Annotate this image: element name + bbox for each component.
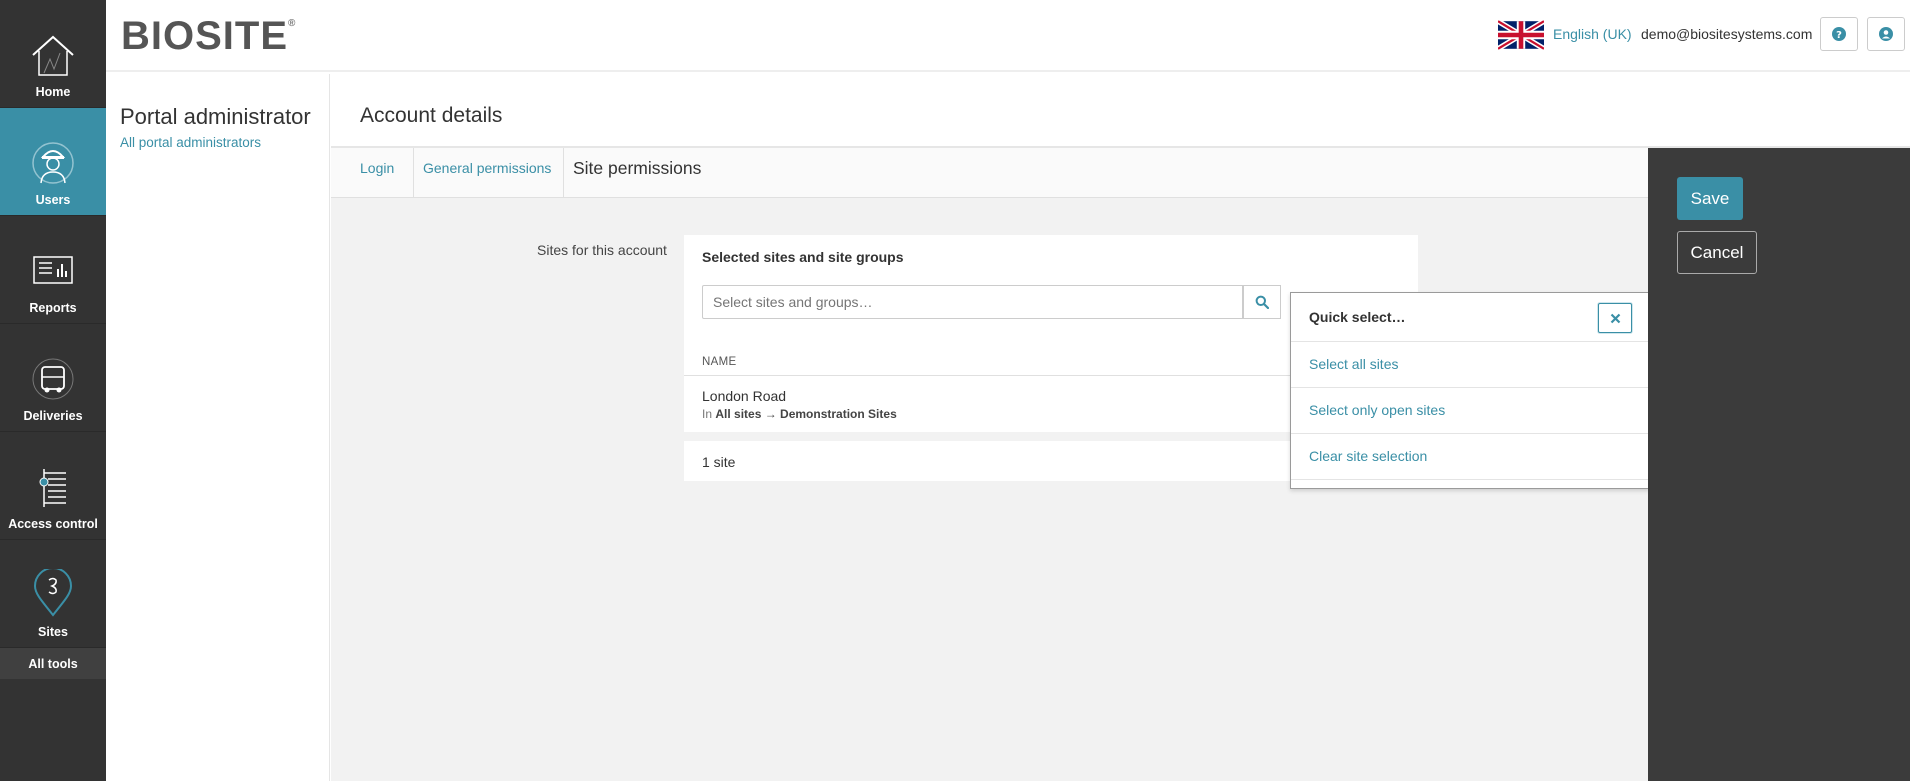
tab-login[interactable]: Login xyxy=(331,148,414,198)
site-name: London Road xyxy=(702,388,787,404)
clear-site-selection-option[interactable]: Clear site selection xyxy=(1309,448,1427,464)
popover-divider xyxy=(1291,479,1649,480)
action-panel: Save Cancel xyxy=(1648,148,1910,781)
secondary-sidebar: Portal administrator All portal administ… xyxy=(106,74,330,781)
nav-label-home: Home xyxy=(35,85,71,99)
nav-label-deliveries: Deliveries xyxy=(23,409,83,423)
site-search-input[interactable] xyxy=(702,285,1243,319)
reports-icon xyxy=(33,256,73,284)
turnstile-icon xyxy=(39,469,66,507)
truck-icon xyxy=(32,358,74,400)
search-button[interactable] xyxy=(1243,285,1281,319)
panel-title: Selected sites and site groups xyxy=(684,235,1418,275)
nav-item-deliveries[interactable]: Deliveries xyxy=(0,324,106,432)
column-header-name: NAME xyxy=(702,356,737,368)
close-icon xyxy=(1610,313,1620,323)
tab-site-permissions[interactable]: Site permissions xyxy=(564,148,764,198)
nav-label-reports: Reports xyxy=(29,301,77,315)
nav-label-users: Users xyxy=(35,193,71,207)
nav-item-users[interactable]: Users xyxy=(0,108,106,216)
nav-item-sites[interactable]: Sites xyxy=(0,540,106,648)
popover-divider xyxy=(1291,341,1649,342)
svg-text:?: ? xyxy=(1836,30,1842,41)
uk-flag-icon[interactable] xyxy=(1498,20,1544,50)
user-email: demo@biositesystems.com xyxy=(1641,26,1813,42)
question-circle-icon: ? xyxy=(1832,27,1846,41)
nav-item-reports[interactable]: Reports xyxy=(0,216,106,324)
all-portal-administrators-link[interactable]: All portal administrators xyxy=(120,135,261,150)
map-pin-icon xyxy=(33,569,73,617)
save-button[interactable]: Save xyxy=(1677,177,1743,220)
help-button[interactable]: ? xyxy=(1820,17,1858,51)
quick-select-popover: Quick select… Select all sites Select on… xyxy=(1290,292,1650,489)
nav-item-access-control[interactable]: Access control xyxy=(0,432,106,540)
page-title: Account details xyxy=(360,104,503,127)
site-path: In All sites → Demonstration Sites xyxy=(702,407,897,421)
popover-divider xyxy=(1291,387,1649,388)
nav-label-access-control: Access control xyxy=(8,517,98,531)
language-selector[interactable]: English (UK) xyxy=(1553,26,1632,42)
select-all-sites-option[interactable]: Select all sites xyxy=(1309,356,1398,372)
nav-item-home[interactable]: Home xyxy=(0,0,106,108)
tab-bar: Login General permissions Site permissio… xyxy=(331,148,1648,198)
tab-general-permissions[interactable]: General permissions xyxy=(414,148,564,198)
popover-divider xyxy=(1291,433,1649,434)
all-tools-button[interactable]: All tools xyxy=(0,648,106,679)
page-header: Account details xyxy=(331,74,1910,148)
sidebar-title: Portal administrator xyxy=(120,104,311,129)
top-header: BIOSITE® English (UK) demo@biositesystem… xyxy=(106,0,1910,72)
user-circle-icon xyxy=(1879,27,1893,41)
search-icon xyxy=(1255,295,1269,309)
account-button[interactable] xyxy=(1867,17,1905,51)
nav-label-sites: Sites xyxy=(38,625,68,639)
house-icon xyxy=(32,35,74,76)
select-open-sites-option[interactable]: Select only open sites xyxy=(1309,402,1445,418)
main-nav-rail: Home Users Reports Deliveries Access con… xyxy=(0,0,106,781)
cancel-button[interactable]: Cancel xyxy=(1677,231,1757,274)
worker-icon xyxy=(32,142,74,184)
quick-select-title: Quick select… xyxy=(1309,309,1406,325)
biosite-logo: BIOSITE® xyxy=(121,14,297,58)
sites-field-label: Sites for this account xyxy=(537,242,667,258)
close-popover-button[interactable] xyxy=(1598,303,1632,333)
